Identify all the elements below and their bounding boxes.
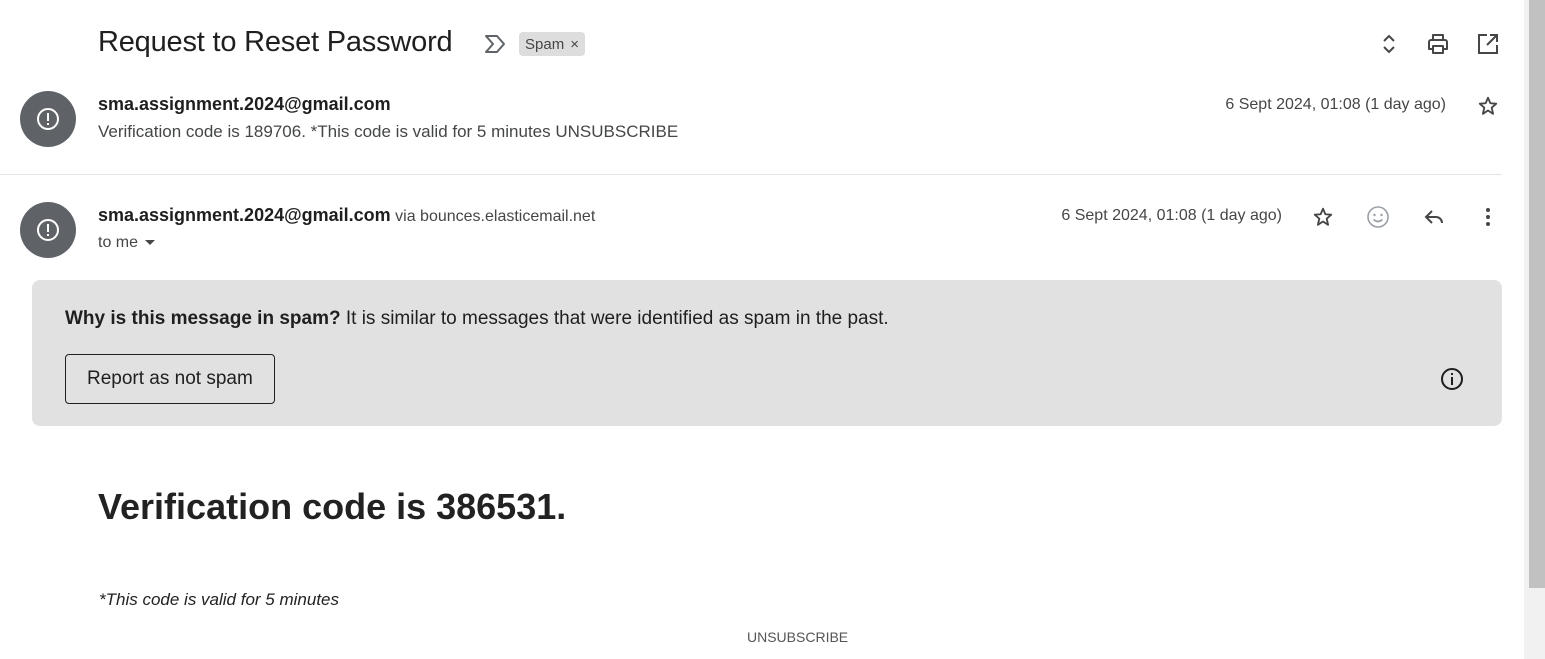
message-divider — [0, 174, 1502, 175]
spam-warning-banner: Why is this message in spam? It is simil… — [32, 280, 1502, 426]
spam-info-button[interactable] — [1436, 363, 1468, 395]
remove-label-icon[interactable]: × — [570, 36, 579, 53]
sender-avatar[interactable] — [20, 91, 76, 147]
email-subject: Request to Reset Password — [98, 26, 453, 58]
scrollbar-thumb[interactable] — [1529, 0, 1545, 588]
spam-reason-text: Why is this message in spam? It is simil… — [65, 308, 889, 330]
add-reaction-button[interactable] — [1362, 201, 1394, 233]
sender-avatar[interactable] — [20, 202, 76, 258]
message-date: 6 Sept 2024, 01:08 (1 day ago) — [1061, 207, 1282, 224]
reply-button[interactable] — [1418, 201, 1450, 233]
expand-collapse-icon — [1383, 34, 1395, 54]
recipient-details-toggle[interactable]: to me — [98, 234, 156, 252]
message-date: 6 Sept 2024, 01:08 (1 day ago) — [1225, 96, 1446, 113]
star-button[interactable] — [1307, 201, 1339, 233]
emoji-reaction-icon — [1367, 206, 1389, 228]
importance-marker-icon[interactable] — [482, 31, 508, 57]
code-validity-note: *This code is valid for 5 minutes — [99, 590, 339, 609]
message-sender[interactable]: sma.assignment.2024@gmail.com — [98, 94, 391, 115]
recipient-text: to me — [98, 234, 139, 251]
via-label: via — [395, 208, 416, 225]
star-outline-icon — [1313, 207, 1333, 226]
print-button[interactable] — [1422, 28, 1454, 60]
sender-line: sma.assignment.2024@gmail.com via bounce… — [98, 205, 595, 226]
more-options-button[interactable] — [1472, 201, 1504, 233]
unsubscribe-link[interactable]: UNSUBSCRIBE — [747, 629, 848, 645]
more-vert-icon — [1486, 208, 1490, 226]
report-not-spam-button[interactable]: Report as not spam — [65, 354, 275, 404]
exclamation-icon — [37, 108, 59, 130]
message-sender[interactable]: sma.assignment.2024@gmail.com — [98, 205, 391, 225]
star-button[interactable] — [1472, 90, 1504, 122]
star-outline-icon — [1478, 96, 1498, 115]
exclamation-icon — [37, 219, 59, 241]
reply-icon — [1424, 210, 1443, 224]
info-icon — [1441, 368, 1463, 390]
caret-down-icon — [145, 240, 156, 245]
spam-question: Why is this message in spam? — [65, 308, 341, 329]
verification-code-heading: Verification code is 386531. — [98, 486, 567, 527]
spam-label-chip: Spam × — [519, 32, 585, 56]
open-in-new-window-icon — [1478, 34, 1498, 54]
print-icon — [1428, 34, 1448, 54]
spam-explanation: It is similar to messages that were iden… — [340, 308, 889, 329]
message-snippet[interactable]: Verification code is 189706. *This code … — [98, 122, 678, 142]
expand-all-button[interactable] — [1373, 28, 1405, 60]
spam-label-text: Spam — [525, 35, 565, 53]
via-domain: bounces.elasticemail.net — [420, 208, 596, 225]
open-in-new-window-button[interactable] — [1472, 28, 1504, 60]
